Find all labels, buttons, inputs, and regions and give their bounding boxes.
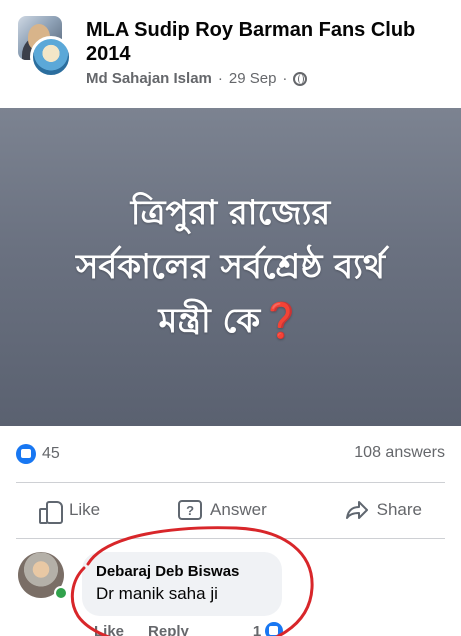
post-header: MLA Sudip Roy Barman Fans Club 2014 Md S… (0, 0, 461, 104)
share-button-label: Share (376, 500, 423, 519)
like-button-label: Like (68, 500, 101, 519)
post-text-line-3-text: মন্ত্রী কে (158, 301, 261, 341)
comment-reaction-summary[interactable]: 1 (252, 622, 284, 636)
post-text-line-3: মন্ত্রী কে❓ (76, 294, 385, 348)
group-name-link[interactable]: MLA Sudip Roy Barman Fans Club 2014 (86, 18, 446, 66)
avatar-group[interactable] (18, 16, 76, 78)
globe-icon (293, 71, 308, 86)
like-button[interactable]: Like (38, 499, 101, 524)
share-button[interactable]: Share (345, 500, 422, 520)
post-meta: Md Sahajan Islam · 29 Sep · (86, 70, 308, 87)
question-mark-icon: ❓ (260, 301, 303, 341)
thumbs-up-icon (38, 499, 63, 524)
comment-bubble[interactable]: Debaraj Deb Biswas Dr manik saha ji (82, 552, 282, 616)
comment-like-button[interactable]: Like (94, 623, 124, 636)
online-status-dot (54, 586, 68, 600)
post-text-line-1: ত্রিপুরা রাজ্যের (130, 193, 331, 233)
divider (16, 538, 445, 539)
comment-text: Dr manik saha ji (96, 584, 218, 603)
author-name-link[interactable]: Md Sahajan Islam (86, 70, 212, 87)
reaction-summary[interactable]: 45 (16, 444, 60, 464)
action-bar: Like ? Answer Share (0, 490, 461, 530)
comment-actions: Like Reply 1 (94, 622, 284, 636)
comment-like-count: 1 (252, 622, 262, 636)
post-date[interactable]: 29 Sep (229, 70, 277, 87)
post-image[interactable]: ত্রিপুরা রাজ্যের সর্বকালের সর্বশ্রেষ্ঠ ব… (0, 108, 461, 426)
question-box-icon: ? (178, 500, 203, 520)
comment-reply-button[interactable]: Reply (148, 623, 189, 636)
answer-button-label: Answer (210, 500, 267, 519)
share-arrow-icon (345, 501, 368, 519)
like-reaction-icon (265, 622, 284, 636)
answer-button[interactable]: ? Answer (178, 500, 267, 520)
post-text-line-2: সর্বকালের সর্বশ্রেষ্ঠ ব্যর্থ (75, 247, 386, 287)
meta-separator: · (282, 70, 288, 87)
meta-separator: · (217, 70, 223, 87)
answers-count-link[interactable]: 108 answers (354, 444, 445, 462)
post-image-text: ত্রিপুরা রাজ্যের সর্বকালের সর্বশ্রেষ্ঠ ব… (76, 186, 385, 348)
divider (16, 482, 445, 483)
author-avatar[interactable] (30, 36, 72, 78)
reaction-count: 45 (42, 445, 60, 462)
commenter-name-link[interactable]: Debaraj Deb Biswas (96, 562, 268, 582)
like-reaction-icon (16, 444, 36, 464)
